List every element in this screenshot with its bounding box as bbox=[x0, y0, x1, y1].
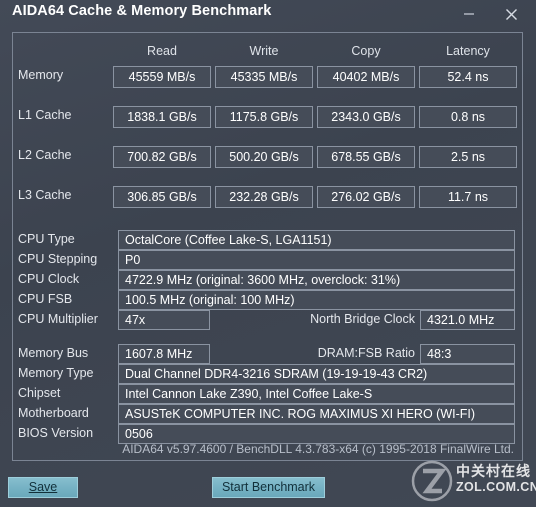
label-dram-fsb-ratio: DRAM:FSB Ratio bbox=[317, 346, 415, 360]
row-cpu-clock: CPU Clock 4722.9 MHz (original: 3600 MHz… bbox=[0, 270, 536, 290]
cell-l3-read: 306.85 GB/s bbox=[113, 186, 211, 208]
watermark-english-text: ZOL.COM.CN bbox=[456, 480, 536, 494]
row-label-l3-cache: L3 Cache bbox=[18, 188, 72, 202]
row-cpu-multiplier: CPU Multiplier 47x North Bridge Clock 43… bbox=[0, 310, 536, 330]
column-header-latency: Latency bbox=[446, 44, 490, 58]
row-memory-type: Memory Type Dual Channel DDR4-3216 SDRAM… bbox=[0, 364, 536, 384]
start-benchmark-label: Start Benchmark bbox=[221, 480, 316, 494]
cell-l1-latency: 0.8 ns bbox=[419, 106, 517, 128]
value-dram-fsb-ratio: 48:3 bbox=[420, 344, 515, 364]
label-memory-bus: Memory Bus bbox=[18, 346, 89, 360]
title-bar: AIDA64 Cache & Memory Benchmark bbox=[0, 0, 536, 30]
label-memory-type: Memory Type bbox=[18, 366, 94, 380]
column-header-write: Write bbox=[249, 44, 279, 58]
cell-l2-latency: 2.5 ns bbox=[419, 146, 517, 168]
label-cpu-clock: CPU Clock bbox=[18, 272, 80, 286]
value-chipset: Intel Cannon Lake Z390, Intel Coffee Lak… bbox=[118, 384, 515, 404]
cell-l2-write: 500.20 GB/s bbox=[215, 146, 313, 168]
benchmark-table-header: Read Write Copy Latency bbox=[0, 44, 536, 62]
label-bios-version: BIOS Version bbox=[18, 426, 94, 440]
label-chipset: Chipset bbox=[18, 386, 61, 400]
cell-l3-write: 232.28 GB/s bbox=[215, 186, 313, 208]
table-row: L2 Cache 700.82 GB/s 500.20 GB/s 678.55 … bbox=[0, 146, 536, 168]
cell-l1-copy: 2343.0 GB/s bbox=[317, 106, 415, 128]
close-icon bbox=[505, 8, 517, 20]
label-north-bridge-clock: North Bridge Clock bbox=[310, 312, 415, 326]
cell-memory-read: 45559 MB/s bbox=[113, 66, 211, 88]
value-north-bridge-clock: 4321.0 MHz bbox=[420, 310, 515, 330]
cell-memory-write: 45335 MB/s bbox=[215, 66, 313, 88]
row-label-l2-cache: L2 Cache bbox=[18, 148, 72, 162]
label-cpu-multiplier: CPU Multiplier bbox=[18, 312, 98, 326]
save-button[interactable]: Save bbox=[8, 477, 78, 498]
row-memory-bus: Memory Bus 1607.8 MHz DRAM:FSB Ratio 48:… bbox=[0, 344, 536, 364]
minimize-button[interactable] bbox=[452, 0, 486, 28]
column-header-read: Read bbox=[147, 44, 177, 58]
table-row: L3 Cache 306.85 GB/s 232.28 GB/s 276.02 … bbox=[0, 186, 536, 208]
minimize-icon bbox=[464, 13, 474, 15]
cell-l3-copy: 276.02 GB/s bbox=[317, 186, 415, 208]
cell-l1-read: 1838.1 GB/s bbox=[113, 106, 211, 128]
table-row: L1 Cache 1838.1 GB/s 1175.8 GB/s 2343.0 … bbox=[0, 106, 536, 128]
table-row: Memory 45559 MB/s 45335 MB/s 40402 MB/s … bbox=[0, 66, 536, 88]
value-cpu-type: OctalCore (Coffee Lake-S, LGA1151) bbox=[118, 230, 515, 250]
label-cpu-stepping: CPU Stepping bbox=[18, 252, 98, 266]
row-chipset: Chipset Intel Cannon Lake Z390, Intel Co… bbox=[0, 384, 536, 404]
watermark-chinese-text: 中关村在线 bbox=[456, 464, 531, 480]
cell-l1-write: 1175.8 GB/s bbox=[215, 106, 313, 128]
cell-l2-read: 700.82 GB/s bbox=[113, 146, 211, 168]
close-button[interactable] bbox=[494, 0, 528, 28]
label-cpu-type: CPU Type bbox=[18, 232, 75, 246]
cell-l2-copy: 678.55 GB/s bbox=[317, 146, 415, 168]
value-memory-type: Dual Channel DDR4-3216 SDRAM (19-19-19-4… bbox=[118, 364, 515, 384]
column-header-copy: Copy bbox=[351, 44, 381, 58]
window-title: AIDA64 Cache & Memory Benchmark bbox=[12, 3, 272, 19]
cell-l3-latency: 11.7 ns bbox=[419, 186, 517, 208]
label-motherboard: Motherboard bbox=[18, 406, 89, 420]
value-cpu-stepping: P0 bbox=[118, 250, 515, 270]
cell-memory-copy: 40402 MB/s bbox=[317, 66, 415, 88]
label-cpu-fsb: CPU FSB bbox=[18, 292, 73, 306]
value-cpu-multiplier: 47x bbox=[118, 310, 210, 330]
cell-memory-latency: 52.4 ns bbox=[419, 66, 517, 88]
save-button-label: Save bbox=[28, 480, 58, 494]
zol-watermark: 中关村在线 ZOL.COM.CN bbox=[411, 458, 536, 504]
value-cpu-clock: 4722.9 MHz (original: 3600 MHz, overcloc… bbox=[118, 270, 515, 290]
version-info: AIDA64 v5.97.4600 / BenchDLL 4.3.783-x64… bbox=[122, 442, 514, 456]
row-label-l1-cache: L1 Cache bbox=[18, 108, 72, 122]
row-cpu-stepping: CPU Stepping P0 bbox=[0, 250, 536, 270]
row-motherboard: Motherboard ASUSTeK COMPUTER INC. ROG MA… bbox=[0, 404, 536, 424]
row-cpu-fsb: CPU FSB 100.5 MHz (original: 100 MHz) bbox=[0, 290, 536, 310]
value-cpu-fsb: 100.5 MHz (original: 100 MHz) bbox=[118, 290, 515, 310]
zol-logo-icon bbox=[411, 460, 453, 502]
value-memory-bus: 1607.8 MHz bbox=[118, 344, 210, 364]
aida64-benchmark-window: AIDA64 Cache & Memory Benchmark Read Wri… bbox=[0, 0, 536, 507]
value-motherboard: ASUSTeK COMPUTER INC. ROG MAXIMUS XI HER… bbox=[118, 404, 515, 424]
row-label-memory: Memory bbox=[18, 68, 64, 82]
row-cpu-type: CPU Type OctalCore (Coffee Lake-S, LGA11… bbox=[0, 230, 536, 250]
start-benchmark-button[interactable]: Start Benchmark bbox=[212, 477, 325, 498]
